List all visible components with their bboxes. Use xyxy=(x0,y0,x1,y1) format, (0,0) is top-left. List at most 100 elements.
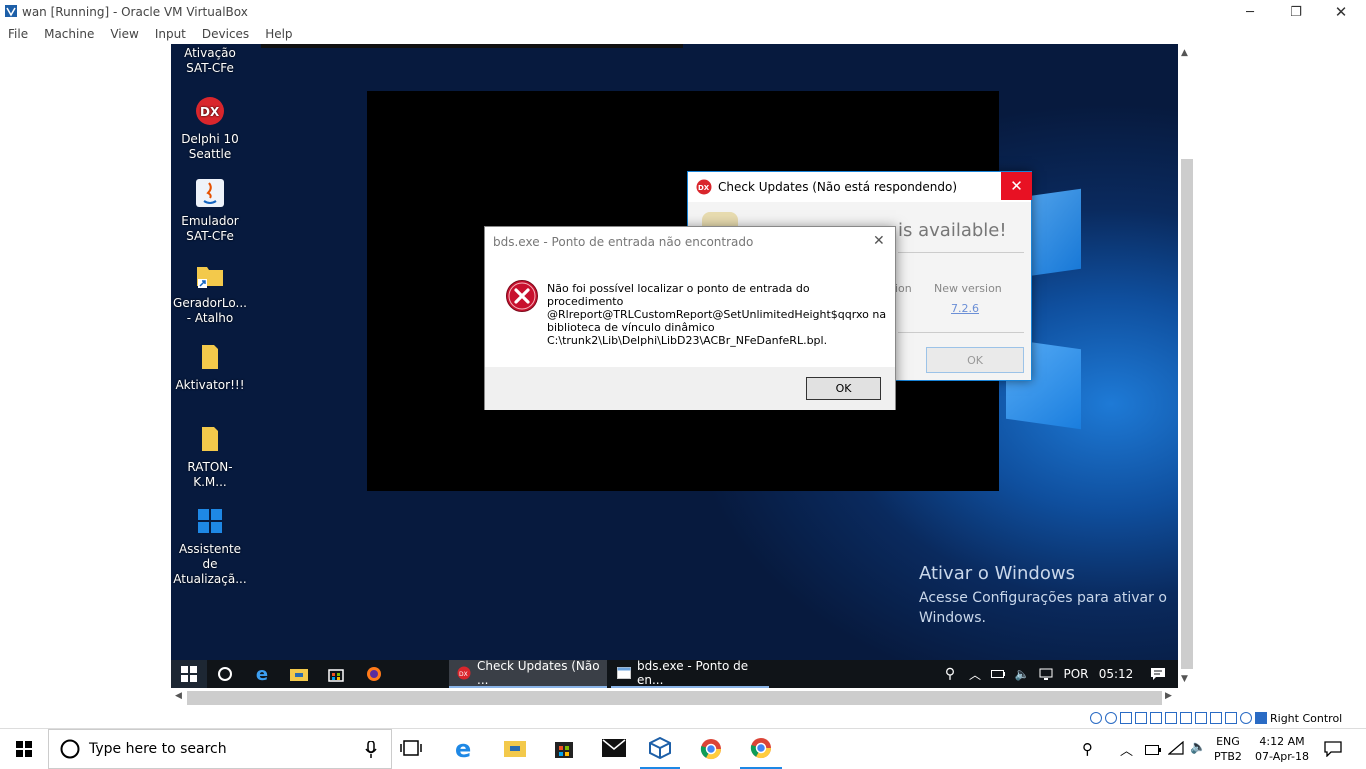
chrome-icon[interactable] xyxy=(700,738,722,763)
store-icon[interactable] xyxy=(317,660,355,688)
new-version-link[interactable]: 7.2.6 xyxy=(951,302,979,315)
svg-text:DX: DX xyxy=(698,184,710,192)
desktop-icon-label: Delphi 10 Seattle xyxy=(181,132,239,161)
error-dialog[interactable]: bds.exe - Ponto de entrada não encontrad… xyxy=(484,226,896,410)
guest-clock[interactable]: 05:12 xyxy=(1094,660,1138,688)
host-taskbar: Type here to search e ⚲ ︿ 🔈 ENG PTB2 4:1… xyxy=(0,728,1366,769)
file-explorer-icon[interactable] xyxy=(281,660,317,688)
host-start-button[interactable] xyxy=(0,729,48,769)
virtualbox-statusbar: Right Control xyxy=(1090,708,1366,728)
cpu-icon[interactable] xyxy=(1210,712,1222,724)
scrollbar-thumb[interactable] xyxy=(187,691,1162,705)
close-button[interactable]: ✕ xyxy=(1318,0,1364,24)
wifi-icon[interactable] xyxy=(1167,740,1184,758)
desktop-icon-emulador[interactable]: Emulador SAT-CFe xyxy=(171,176,249,244)
restore-button[interactable]: ❐ xyxy=(1273,0,1319,24)
desktop-icon-delphi[interactable]: DX Delphi 10 Seattle xyxy=(171,94,249,162)
task-check-updates[interactable]: DX Check Updates (Não ... xyxy=(449,659,607,688)
volume-icon[interactable]: 🔈 xyxy=(1010,660,1034,688)
people-icon[interactable]: ⚲ xyxy=(936,660,964,688)
close-icon[interactable]: ✕ xyxy=(1001,172,1032,200)
volume-icon[interactable]: 🔈 xyxy=(1190,740,1206,755)
scroll-down-icon[interactable]: ▼ xyxy=(1181,674,1188,684)
taskbar-spacer xyxy=(393,660,449,688)
error-icon xyxy=(506,280,538,312)
disk-icon[interactable] xyxy=(1090,712,1102,724)
language-code: ENG xyxy=(1216,735,1240,748)
host-search-box[interactable]: Type here to search xyxy=(48,729,392,769)
mouse-integration-icon[interactable] xyxy=(1225,712,1237,724)
edge-icon[interactable]: e xyxy=(455,735,471,763)
desktop-icon-gerador[interactable]: GeradorLo... - Atalho xyxy=(171,258,249,326)
error-message: Não foi possível localizar o ponto de en… xyxy=(547,282,887,347)
firefox-icon[interactable] xyxy=(355,660,393,688)
desktop-icon-label: Ativação SAT-CFe xyxy=(184,46,236,75)
microphone-icon[interactable] xyxy=(365,741,377,759)
menu-input[interactable]: Input xyxy=(147,24,194,44)
task-bds-exe[interactable]: bds.exe - Ponto de en... xyxy=(611,659,769,688)
file-explorer-icon[interactable] xyxy=(504,739,526,760)
desktop-icon-ativacao[interactable]: Ativação SAT-CFe xyxy=(171,46,249,76)
menu-devices[interactable]: Devices xyxy=(194,24,257,44)
desktop-icon-label: Assistente de Atualizaçã... xyxy=(173,542,247,586)
scroll-left-icon[interactable]: ◀ xyxy=(175,691,182,701)
desktop-icon-label: Emulador SAT-CFe xyxy=(181,214,239,243)
check-updates-title: Check Updates (Não está respondendo) xyxy=(718,180,958,194)
vertical-scrollbar[interactable]: ▲ ▼ xyxy=(1178,44,1196,688)
scroll-up-icon[interactable]: ▲ xyxy=(1181,48,1188,58)
shared-folders-icon[interactable] xyxy=(1165,712,1177,724)
cortana-icon[interactable] xyxy=(207,660,243,688)
chrome-taskbar-button[interactable] xyxy=(740,729,782,769)
people-icon[interactable]: ⚲ xyxy=(1082,740,1093,758)
update-headline: is available! xyxy=(898,220,1007,241)
guest-desktop[interactable]: Ativação SAT-CFe DX Delphi 10 Seattle Em… xyxy=(171,44,1178,688)
recording-icon[interactable] xyxy=(1195,712,1207,724)
keyboard-icon[interactable] xyxy=(1240,712,1252,724)
check-updates-ok-button[interactable]: OK xyxy=(926,347,1024,373)
windows-logo-icon xyxy=(16,741,32,757)
store-icon[interactable] xyxy=(554,737,574,762)
host-key-icon[interactable] xyxy=(1255,712,1267,724)
folder-icon xyxy=(193,340,227,374)
display-icon[interactable] xyxy=(1180,712,1192,724)
search-placeholder: Type here to search xyxy=(89,741,227,757)
chevron-up-icon[interactable]: ︿ xyxy=(1120,740,1133,759)
menu-help[interactable]: Help xyxy=(257,24,300,44)
desktop-icon-aktivator[interactable]: Aktivator!!! xyxy=(171,340,249,393)
menu-file[interactable]: File xyxy=(0,24,36,44)
guest-taskbar: e DX Check Updates (Não ... bds.exe - Po… xyxy=(171,659,1178,688)
desktop-icon-raton[interactable]: RATON-K.M... xyxy=(171,422,249,490)
host-language-indicator[interactable]: ENG PTB2 xyxy=(1214,734,1242,764)
menu-view[interactable]: View xyxy=(102,24,146,44)
guest-language-indicator[interactable]: POR xyxy=(1058,660,1094,688)
audio-icon[interactable] xyxy=(1120,712,1132,724)
optical-drive-icon[interactable] xyxy=(1105,712,1117,724)
network-adapter-icon[interactable] xyxy=(1135,712,1147,724)
chevron-up-icon[interactable]: ︿ xyxy=(964,660,986,688)
menu-machine[interactable]: Machine xyxy=(36,24,102,44)
windows-logo-icon xyxy=(181,666,197,682)
host-key-label: Right Control xyxy=(1270,711,1343,725)
chrome-icon xyxy=(750,738,772,759)
error-ok-button[interactable]: OK xyxy=(806,377,881,400)
usb-icon[interactable] xyxy=(1150,712,1162,724)
desktop-icon-assistente[interactable]: Assistente de Atualizaçã... xyxy=(171,504,249,587)
scrollbar-thumb[interactable] xyxy=(1181,159,1193,669)
network-icon[interactable] xyxy=(1034,660,1058,688)
mail-icon[interactable] xyxy=(602,739,626,760)
minimize-button[interactable]: ─ xyxy=(1227,0,1273,24)
scroll-right-icon[interactable]: ▶ xyxy=(1165,691,1172,701)
divider xyxy=(898,252,1024,253)
close-icon[interactable]: ✕ xyxy=(873,233,885,249)
virtualbox-taskbar-button[interactable] xyxy=(640,729,680,769)
horizontal-scrollbar[interactable]: ◀ ▶ xyxy=(171,688,1178,708)
notifications-icon[interactable] xyxy=(1324,741,1342,760)
start-button[interactable] xyxy=(171,660,207,688)
edge-icon[interactable]: e xyxy=(243,660,281,688)
battery-icon[interactable] xyxy=(1145,744,1161,758)
host-clock[interactable]: 4:12 AM 07-Apr-18 xyxy=(1250,734,1314,764)
battery-icon[interactable] xyxy=(986,660,1010,688)
task-view-icon[interactable] xyxy=(400,739,430,759)
action-center-icon[interactable] xyxy=(1138,660,1178,688)
svg-text:DX: DX xyxy=(459,671,468,678)
